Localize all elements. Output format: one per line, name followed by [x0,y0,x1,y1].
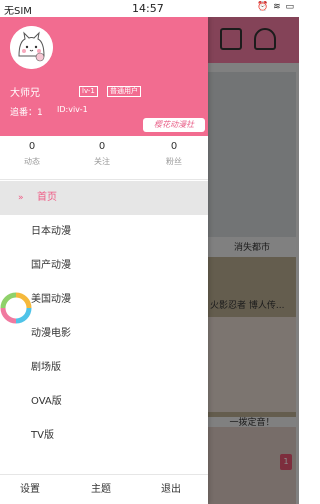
user-id: ID:viv-1 [57,105,88,114]
stat-value: 0 [98,141,106,152]
menu-item-home[interactable]: » 首页 [0,181,208,215]
stat-following[interactable]: 0 关注 [72,140,132,167]
stat-label: 关注 [94,157,110,166]
menu-item-label: 首页 [37,192,57,203]
menu-item-label: OVA版 [31,396,62,407]
status-bar: 无SIM 14:57 ⏰ ≋ ▭ [0,0,299,17]
carrier-label: 无SIM [4,6,32,17]
loading-spinner-icon [0,292,32,324]
stat-followers[interactable]: 0 粉丝 [144,140,204,167]
drawer-footer: 设置 主题 退出 [0,474,208,504]
exit-button[interactable]: 退出 [161,475,181,504]
level-badge: lv-1 [79,86,98,97]
menu-item-ova[interactable]: OVA版 [0,385,208,419]
stat-posts[interactable]: 0 动态 [2,140,62,167]
menu-item-label: 美国动漫 [31,294,71,305]
settings-button[interactable]: 设置 [20,475,40,504]
menu-item-label: 日本动漫 [31,226,71,237]
screen: 无SIM 14:57 ⏰ ≋ ▭ 消失都市 火影忍者 博人传... 一拨定音！ … [0,0,299,504]
profile-header: 大师兄 lv-1 普通用户 追番：1 ID:viv-1 樱花动漫社 [0,17,208,136]
user-stats: 0 动态 0 关注 0 粉丝 [0,136,208,180]
username: 大师兄 [10,88,40,99]
menu-item-chinese-anime[interactable]: 国产动漫 [0,249,208,283]
follow-count: 追番：1 [10,108,43,118]
status-icons: ⏰ ≋ ▭ [257,2,295,12]
active-arrow-icon: » [18,193,24,203]
side-drawer: 大师兄 lv-1 普通用户 追番：1 ID:viv-1 樱花动漫社 0 动态 0… [0,17,208,504]
theme-button[interactable]: 主题 [91,475,111,504]
menu-item-label: 剧场版 [31,362,61,373]
menu-item-tv[interactable]: TV版 [0,419,208,453]
menu-item-label: 国产动漫 [31,260,71,271]
menu-item-theatrical[interactable]: 剧场版 [0,351,208,385]
avatar[interactable] [10,26,53,69]
cat-avatar-icon [10,26,53,69]
stat-value: 0 [28,141,36,152]
menu-item-label: 动漫电影 [31,328,71,339]
clock: 14:57 [132,2,164,15]
menu-item-japanese-anime[interactable]: 日本动漫 [0,215,208,249]
role-badge: 普通用户 [107,86,141,97]
brand-logo: 樱花动漫社 [143,118,205,132]
menu-item-label: TV版 [31,430,54,441]
stat-value: 0 [170,141,178,152]
stat-label: 动态 [24,157,40,166]
stat-label: 粉丝 [166,157,182,166]
